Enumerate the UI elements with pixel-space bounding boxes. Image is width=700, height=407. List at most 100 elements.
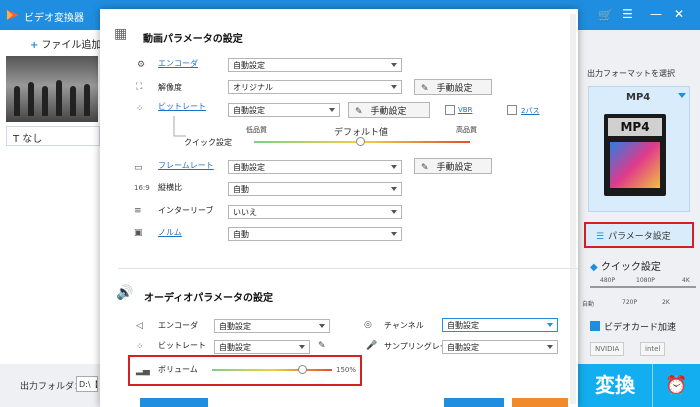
- app-title: ビデオ変換器: [24, 13, 84, 24]
- quality-slider-knob[interactable]: [356, 137, 365, 146]
- parameter-settings-label: パラメータ設定: [608, 232, 671, 242]
- checkbox-icon: [590, 321, 600, 331]
- chevron-down-icon: [329, 108, 335, 112]
- select-format-label: 出力フォーマットを選択: [587, 69, 675, 78]
- resolution-select[interactable]: オリジナル: [228, 80, 402, 94]
- audio-settings-icon: 🔊: [116, 285, 134, 301]
- framerate-label[interactable]: フレームレート: [158, 160, 214, 171]
- pencil-icon[interactable]: ✎: [318, 341, 326, 351]
- low-quality-label: 低品質: [246, 126, 267, 134]
- parameter-settings-button[interactable]: ☰ パラメータ設定: [584, 222, 694, 248]
- framerate-select[interactable]: 自動設定: [228, 160, 402, 174]
- chevron-down-icon: [547, 345, 553, 349]
- chevron-down-icon: [391, 232, 397, 236]
- video-bitrate-select[interactable]: 自動設定: [228, 103, 340, 117]
- volume-slider-knob[interactable]: [298, 365, 307, 374]
- framerate-manual-button[interactable]: ✎ 手動設定: [414, 158, 492, 174]
- resolution-label: 解像度: [158, 83, 182, 92]
- vbr-label[interactable]: VBR: [458, 106, 472, 114]
- minimize-icon[interactable]: —: [650, 7, 662, 21]
- aspect-select[interactable]: 自動: [228, 182, 402, 196]
- bitrate-manual-button[interactable]: ✎ 手動設定: [348, 102, 430, 118]
- video-thumbnail[interactable]: [6, 56, 98, 122]
- interlace-icon: ≡: [134, 206, 142, 216]
- thumbnail-figure: [84, 84, 90, 116]
- select-value: いいえ: [233, 208, 257, 217]
- add-file-button[interactable]: + ファイル追加: [30, 36, 101, 51]
- monitor-icon: ▣: [134, 228, 143, 238]
- select-value: 自動設定: [447, 321, 479, 330]
- audio-bitrate-select[interactable]: 自動設定: [214, 340, 310, 354]
- twopass-label[interactable]: 2パス: [521, 106, 539, 116]
- chevron-down-icon: [547, 323, 553, 327]
- mp4-tag: MP4: [608, 118, 662, 136]
- samplerate-select[interactable]: 自動設定: [442, 340, 558, 354]
- subtitle-select[interactable]: T なし: [6, 126, 100, 146]
- output-folder-input[interactable]: D:\【Te: [76, 376, 98, 392]
- ok-button[interactable]: [444, 398, 504, 407]
- quick-setting-label: クイック設定: [184, 138, 232, 147]
- convert-button[interactable]: 変換: [578, 364, 652, 407]
- gpu-label: ビデオカード加速: [604, 323, 677, 333]
- cancel-button[interactable]: [512, 398, 568, 407]
- reset-button[interactable]: [140, 398, 208, 407]
- alarm-clock-icon[interactable]: ⏰: [652, 364, 700, 407]
- format-name: MP4: [626, 92, 651, 103]
- format-art: [610, 142, 660, 188]
- select-value: 自動: [233, 185, 249, 194]
- interlace-select[interactable]: いいえ: [228, 205, 402, 219]
- select-value: 自動設定: [219, 343, 251, 352]
- add-file-label: ファイル追加: [41, 40, 102, 51]
- norm-select[interactable]: 自動: [228, 227, 402, 241]
- resize-icon: ⛶: [136, 82, 143, 92]
- select-value: 自動設定: [219, 322, 251, 331]
- video-bitrate-label[interactable]: ビットレート: [158, 101, 206, 112]
- quick-setting-heading: ◆ クイック設定: [590, 258, 661, 273]
- quality-slider[interactable]: [590, 286, 696, 288]
- tick-label: 2K: [662, 299, 670, 306]
- thumbnail-figure: [56, 80, 62, 116]
- video-settings-icon: ▦: [114, 26, 128, 42]
- chevron-down-icon[interactable]: [678, 93, 686, 98]
- chevron-down-icon: [299, 345, 305, 349]
- tick-label: 1080P: [636, 277, 655, 284]
- select-value: 自動: [233, 230, 249, 239]
- thumbnail-figure: [28, 82, 34, 116]
- select-value: 自動設定: [233, 61, 265, 70]
- cart-icon[interactable]: 🛒: [598, 8, 613, 22]
- channel-label: チャンネル: [384, 321, 424, 330]
- section-divider: [118, 268, 578, 269]
- chevron-down-icon: [391, 210, 397, 214]
- quick-setting-icon: ◆: [590, 262, 601, 273]
- video-encoder-label[interactable]: エンコーダ: [158, 58, 198, 69]
- close-icon[interactable]: ✕: [674, 7, 684, 21]
- app-logo-icon: [7, 10, 19, 20]
- intel-badge: intel: [640, 342, 666, 356]
- dots-grid-icon: ⁘: [136, 342, 144, 352]
- vbr-checkbox[interactable]: [445, 105, 455, 115]
- volume-slider-track[interactable]: [212, 369, 332, 371]
- resolution-manual-button[interactable]: ✎ 手動設定: [414, 79, 492, 95]
- audio-section-title: オーディオパラメータの設定: [144, 293, 273, 304]
- thumbnail-figure: [70, 86, 76, 116]
- tick-label: 自動: [582, 301, 595, 308]
- pencil-icon: ✎: [421, 84, 429, 94]
- norm-label[interactable]: ノルム: [158, 227, 182, 238]
- gpu-acceleration-checkbox[interactable]: ビデオカード加速: [590, 320, 676, 333]
- quick-setting-label: クイック設定: [600, 262, 661, 273]
- app-window: ビデオ変換器 🛒 ☰ — ✕ + ファイル追加 T なし 出力フォルダ： D:\【…: [0, 0, 700, 407]
- interlace-label: インターリーブ: [158, 206, 214, 215]
- chevron-down-icon: [391, 187, 397, 191]
- video-encoder-select[interactable]: 自動設定: [228, 58, 402, 72]
- menu-icon[interactable]: ☰: [622, 7, 633, 21]
- channel-select[interactable]: 自動設定: [442, 318, 558, 332]
- manual-label: 手動設定: [436, 163, 473, 173]
- tick-label: 480P: [600, 277, 616, 284]
- audio-encoder-select[interactable]: 自動設定: [214, 319, 330, 333]
- dialog-scrollbar[interactable]: [570, 14, 576, 404]
- twopass-checkbox[interactable]: [507, 105, 517, 115]
- volume-bars-icon: ▂▄: [136, 366, 150, 376]
- microphone-icon: 🎤: [366, 341, 378, 351]
- select-value: 自動設定: [447, 343, 479, 352]
- aspect-ratio-icon: 16:9: [134, 184, 150, 192]
